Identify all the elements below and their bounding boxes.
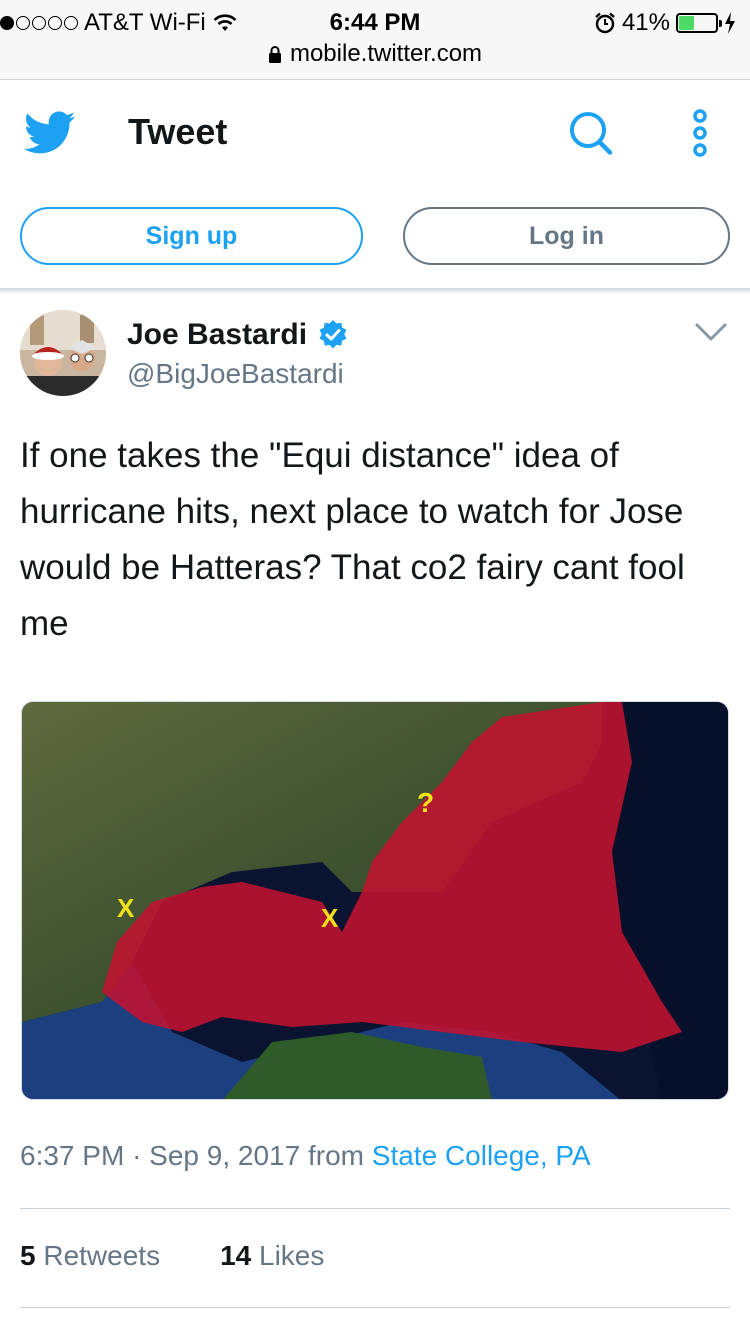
battery-percent: 41% xyxy=(621,9,670,36)
tweet-time: 6:37 PM xyxy=(20,1140,125,1171)
likes-count: 14 xyxy=(220,1240,252,1271)
battery-icon xyxy=(676,13,722,33)
log-in-button[interactable]: Log in xyxy=(403,207,730,265)
tweet-date: Sep 9, 2017 xyxy=(149,1140,301,1171)
page-title: Tweet xyxy=(128,111,228,152)
more-options-icon[interactable] xyxy=(690,109,710,157)
map-mark-x-florida: X xyxy=(321,903,339,933)
chevron-down-icon[interactable] xyxy=(694,320,728,344)
meta-separator: · xyxy=(132,1140,142,1171)
tweet-stats: 5 Retweets 14 Likes xyxy=(20,1240,324,1272)
ios-status-bar: AT&T Wi-Fi 6:44 PM 41% mobile.twitter.co… xyxy=(0,0,750,80)
retweets-label: Retweets xyxy=(43,1240,161,1271)
tweet-meta: 6:37 PM · Sep 9, 2017 from State College… xyxy=(20,1140,591,1172)
verified-badge-icon xyxy=(319,320,347,349)
likes-label: Likes xyxy=(259,1240,325,1271)
lock-icon xyxy=(268,46,281,63)
author-handle[interactable]: @BigJoeBastardi xyxy=(127,358,344,390)
url-text: mobile.twitter.com xyxy=(289,40,483,67)
page-header: Tweet xyxy=(0,81,750,185)
auth-buttons: Sign up Log in xyxy=(0,207,750,267)
from-label: from xyxy=(307,1140,364,1171)
author-name-text: Joe Bastardi xyxy=(127,318,308,351)
divider xyxy=(20,1208,730,1209)
tweet-text: If one takes the "Equi distance" idea of… xyxy=(20,436,685,643)
address-bar[interactable]: mobile.twitter.com xyxy=(0,40,750,68)
tweet-image[interactable]: X X ? xyxy=(21,701,729,1100)
divider xyxy=(20,1307,730,1308)
alarm-icon xyxy=(595,12,615,34)
avatar[interactable] xyxy=(20,310,106,396)
retweets-count: 5 xyxy=(20,1240,36,1271)
twitter-bird-icon[interactable] xyxy=(24,111,76,155)
sign-up-button[interactable]: Sign up xyxy=(20,207,363,265)
map-mark-x-west: X xyxy=(117,893,135,923)
location-link[interactable]: State College, PA xyxy=(372,1140,591,1171)
retweets-stat[interactable]: 5 Retweets xyxy=(20,1240,160,1272)
charging-bolt-icon xyxy=(725,12,735,34)
header-shadow xyxy=(0,288,750,294)
search-icon[interactable] xyxy=(566,109,614,157)
likes-stat[interactable]: 14 Likes xyxy=(220,1240,324,1272)
author-name[interactable]: Joe Bastardi xyxy=(127,318,349,352)
map-mark-question: ? xyxy=(417,787,434,818)
